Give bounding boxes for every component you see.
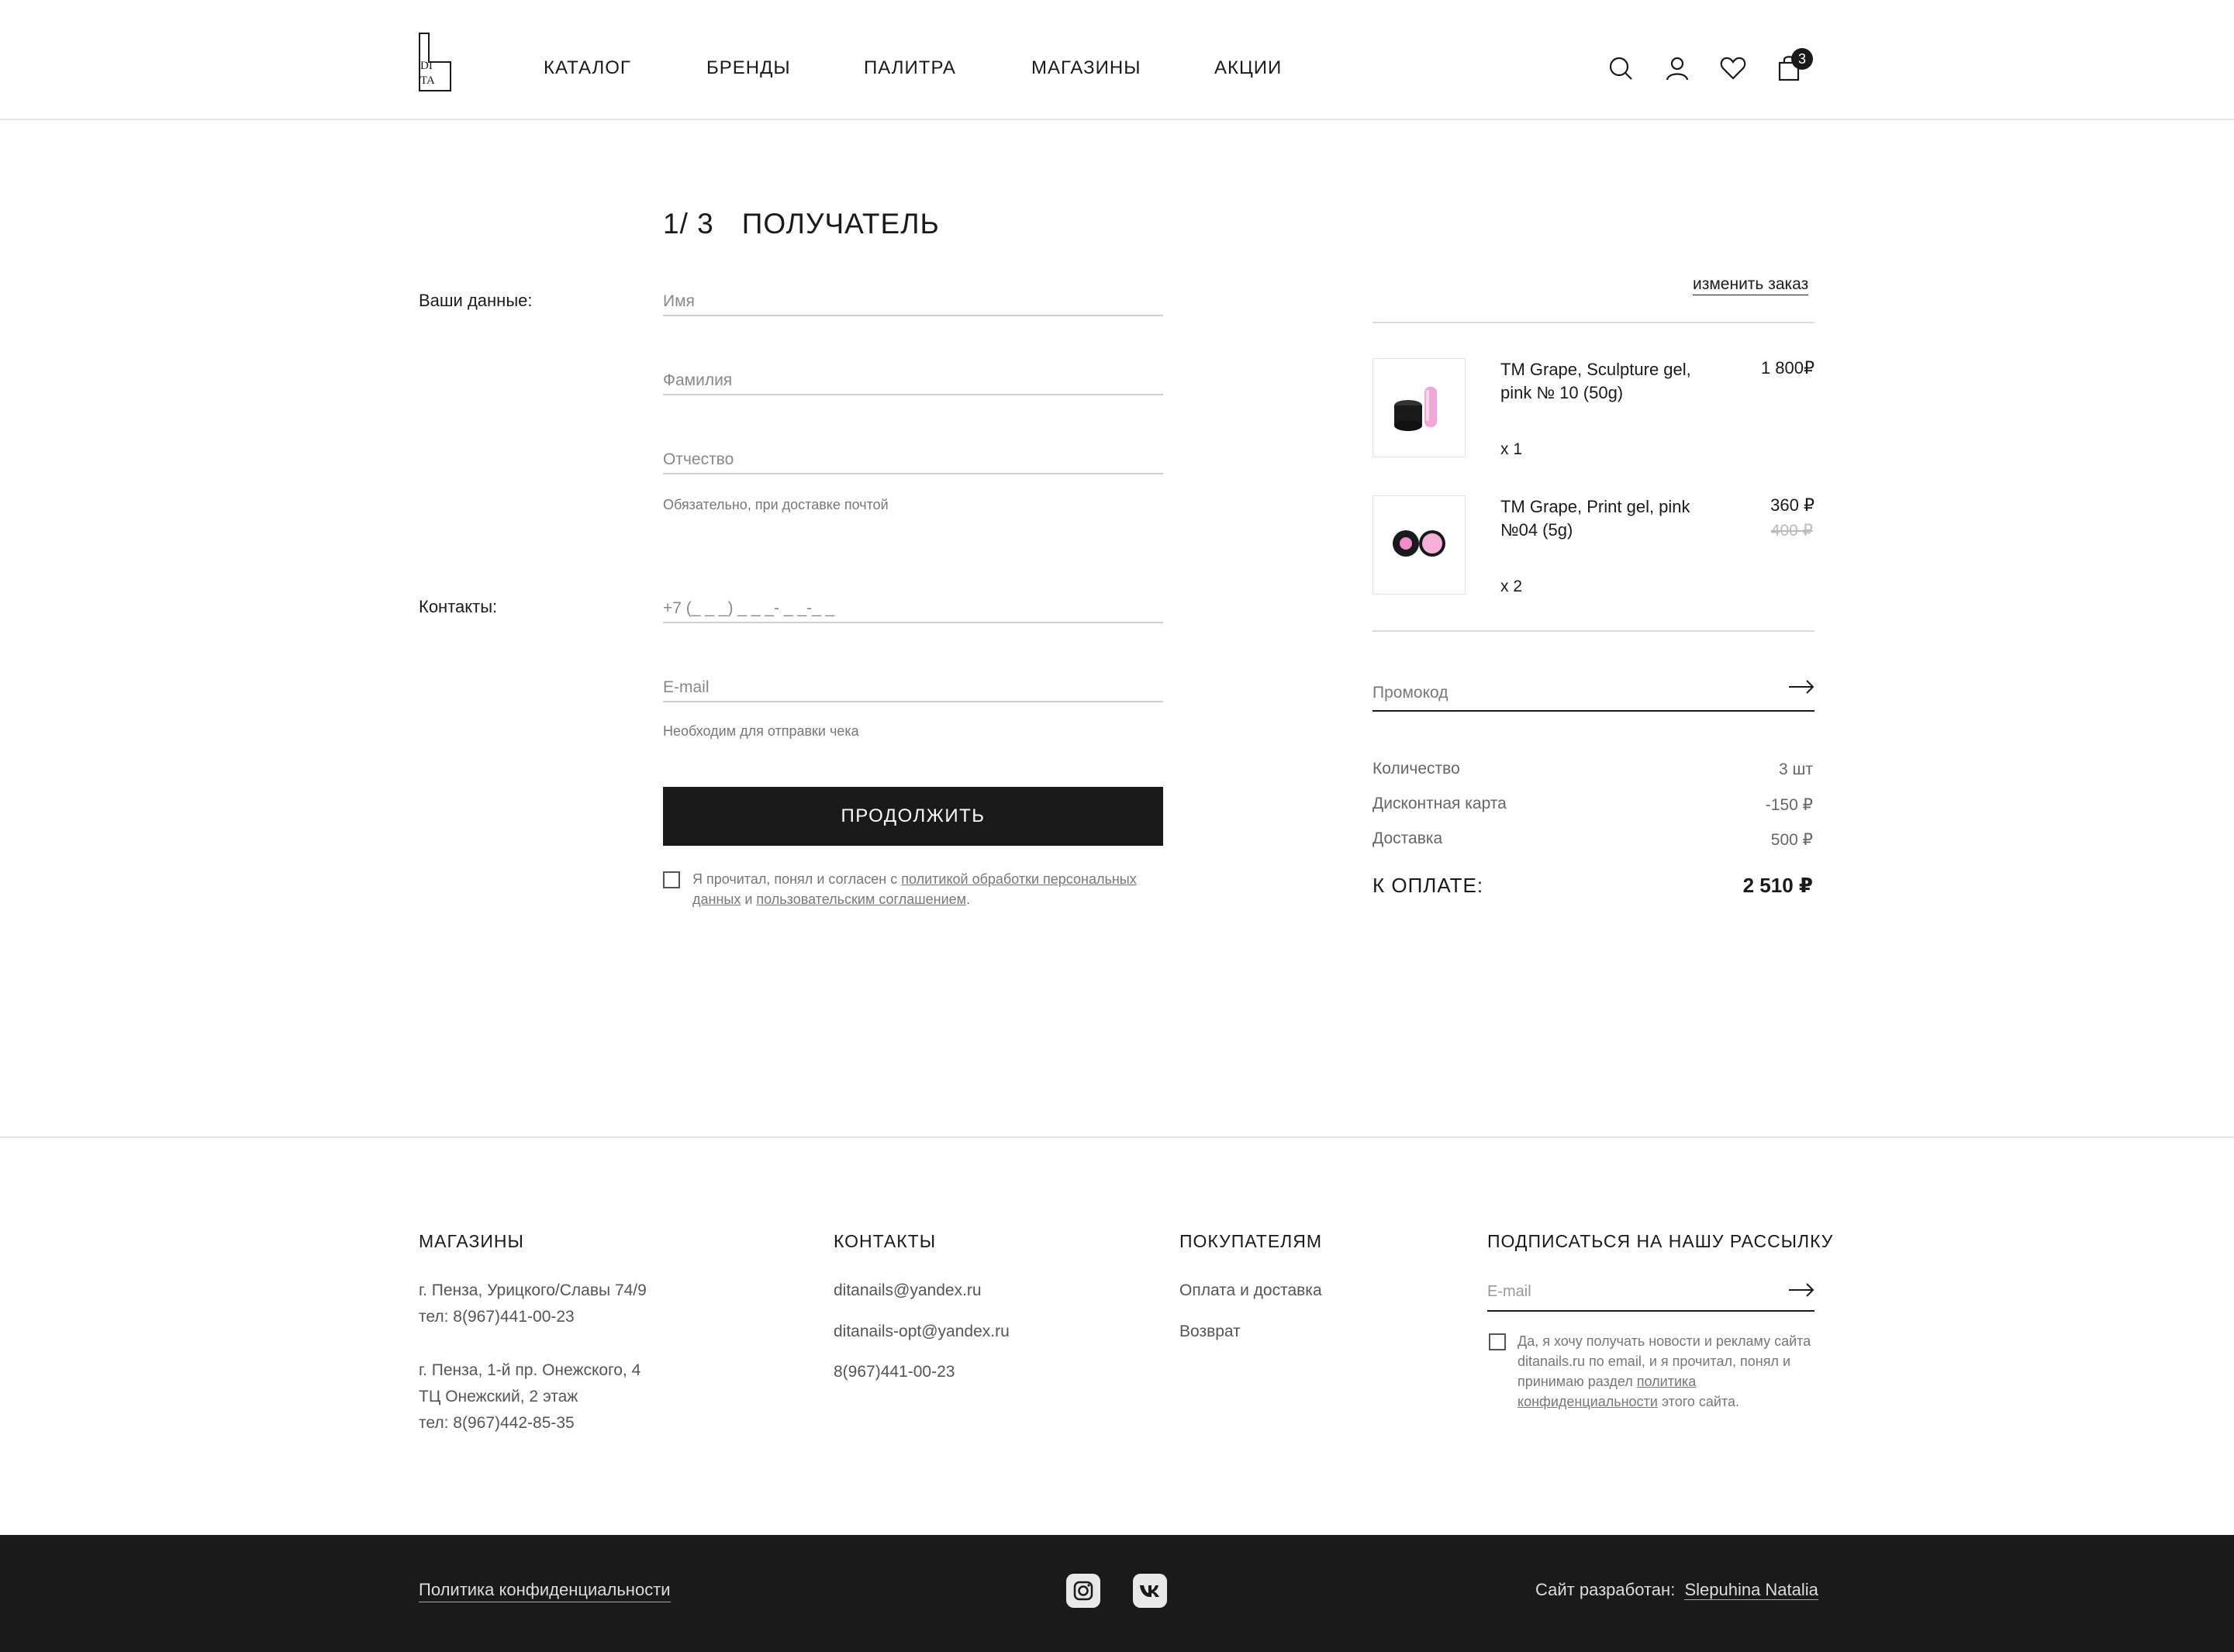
nav-catalog[interactable]: КАТАЛОГ [544, 57, 631, 79]
privacy-policy-link[interactable]: Политика конфиденциальности [419, 1578, 671, 1602]
vk-icon[interactable] [1133, 1574, 1167, 1608]
instagram-icon[interactable] [1066, 1574, 1100, 1608]
footer-divider [0, 1136, 2234, 1138]
continue-button[interactable]: ПРОДОЛЖИТЬ [663, 787, 1163, 846]
developer-credit: Сайт разработан: Slepuhina Natalia [1535, 1578, 1818, 1602]
patronymic-hint: Обязательно, при доставке почтой [663, 497, 889, 512]
nav-brands[interactable]: БРЕНДЫ [706, 57, 791, 79]
summary-delivery-value: 500 ₽ [1770, 831, 1813, 849]
consent-mid: и [741, 892, 757, 907]
product-thumbnail-sculpture-gel[interactable] [1373, 358, 1466, 457]
first-name-field[interactable] [663, 288, 1163, 316]
order-divider-top [1373, 322, 1814, 323]
contacts-label: Контакты: [419, 597, 498, 616]
consent-text: Я прочитал, понял и согласен с политикой… [692, 869, 1165, 909]
order-divider-bottom [1373, 630, 1814, 632]
footer-subscribe-title: ПОДПИСАТЬСЯ НА НАШУ РАССЫЛКУ [1487, 1231, 1834, 1251]
subscribe-email-input[interactable] [1487, 1278, 1766, 1305]
contact-email-link[interactable]: ditanails@yandex.ru [834, 1278, 982, 1304]
cart-count-badge: 3 [1791, 48, 1813, 70]
promo-code-field[interactable] [1373, 674, 1814, 712]
store-2-phone[interactable]: тел: 8(967)442-85-35 [419, 1410, 641, 1436]
subscribe-consent-checkbox[interactable] [1489, 1333, 1506, 1350]
product-name[interactable]: TM Grape, Sculpture gel, pink № 10 (50g) [1500, 358, 1706, 405]
checkout-step-heading: 1/ 3 ПОЛУЧАТЕЛЬ [663, 208, 940, 240]
product-quantity: x 2 [1500, 578, 1523, 595]
brand-logo[interactable]: DI TA [419, 33, 451, 91]
sculpture-gel-image [1394, 387, 1437, 431]
summary-quantity-label: Количество [1373, 760, 1460, 778]
print-gel-image [1393, 530, 1445, 557]
svg-text:DI: DI [420, 60, 433, 72]
subscribe-submit-arrow-icon[interactable] [1788, 1282, 1814, 1298]
promo-submit-arrow-icon[interactable] [1788, 679, 1814, 695]
email-field[interactable] [663, 674, 1163, 702]
step-number: 1/ 3 [663, 208, 714, 240]
step-title: ПОЛУЧАТЕЛЬ [741, 208, 940, 240]
account-icon[interactable] [1663, 54, 1691, 82]
total-label: К ОПЛАТЕ: [1373, 874, 1484, 897]
returns-link[interactable]: Возврат [1179, 1319, 1241, 1345]
patronymic-input[interactable] [663, 447, 1163, 473]
product-price: 360 ₽ [1770, 495, 1814, 515]
nav-stores[interactable]: МАГАЗИНЫ [1031, 57, 1141, 79]
promo-code-input[interactable] [1373, 678, 1760, 709]
phone-field[interactable] [663, 595, 1163, 623]
summary-quantity-value: 3 шт [1779, 760, 1813, 778]
change-order-link[interactable]: изменить заказ [1693, 274, 1809, 295]
footer-stores-title: МАГАЗИНЫ [419, 1231, 524, 1251]
store-address: г. Пенза, Урицкого/Славы 74/9 тел: 8(967… [419, 1278, 647, 1330]
product-thumbnail-print-gel[interactable] [1373, 495, 1466, 595]
last-name-field[interactable] [663, 367, 1163, 395]
footer-contacts-title: КОНТАКТЫ [834, 1231, 937, 1251]
nav-palette[interactable]: ПАЛИТРА [864, 57, 956, 79]
nav-promotions[interactable]: АКЦИИ [1214, 57, 1282, 79]
product-old-price: 400 ₽ [1770, 522, 1813, 540]
wishlist-heart-icon[interactable] [1719, 54, 1747, 82]
email-hint: Необходим для отправки чека [663, 723, 859, 739]
total-value: 2 510 ₽ [1742, 874, 1813, 897]
footer-bottom-bar [0, 1535, 2234, 1652]
consent-prefix: Я прочитал, понял и согласен с [692, 871, 902, 887]
developer-label: Сайт разработан: [1535, 1580, 1676, 1599]
product-quantity: x 1 [1500, 440, 1523, 458]
consent-suffix: . [966, 892, 971, 907]
footer-buyers-title: ПОКУПАТЕЛЯМ [1179, 1231, 1323, 1251]
subscribe-consent-text: Да, я хочу получать новости и рекламу са… [1518, 1331, 1816, 1412]
subscribe-consent-suffix: этого сайта. [1657, 1394, 1740, 1409]
contact-opt-email-link[interactable]: ditanails-opt@yandex.ru [834, 1319, 1010, 1345]
consent-checkbox[interactable] [663, 871, 680, 888]
summary-delivery-label: Доставка [1373, 829, 1443, 847]
payment-delivery-link[interactable]: Оплата и доставка [1179, 1278, 1322, 1304]
subscribe-email-field[interactable] [1487, 1278, 1814, 1312]
product-name[interactable]: TM Grape, Print gel, pink №04 (5g) [1500, 495, 1706, 542]
store-2-address: г. Пенза, 1-й пр. Онежского, 4 [419, 1361, 641, 1379]
svg-text:TA: TA [420, 74, 435, 87]
summary-discount-value: -150 ₽ [1765, 796, 1813, 814]
search-icon[interactable] [1607, 54, 1635, 82]
email-input[interactable] [663, 674, 1163, 701]
product-price: 1 800₽ [1760, 358, 1814, 378]
store-1-phone[interactable]: тел: 8(967)441-00-23 [419, 1304, 647, 1330]
summary-discount-label: Дисконтная карта [1373, 795, 1507, 812]
user-agreement-link[interactable]: пользовательским соглашением [756, 892, 966, 907]
store-address: г. Пенза, 1-й пр. Онежского, 4 ТЦ Онежск… [419, 1357, 641, 1436]
patronymic-field[interactable] [663, 447, 1163, 474]
store-1-address: г. Пенза, Урицкого/Славы 74/9 [419, 1281, 647, 1299]
last-name-input[interactable] [663, 367, 1163, 394]
phone-input[interactable] [663, 595, 1163, 622]
first-name-input[interactable] [663, 288, 1163, 315]
developer-link[interactable]: Slepuhina Natalia [1684, 1580, 1818, 1600]
store-2-mall: ТЦ Онежский, 2 этаж [419, 1388, 578, 1405]
contact-phone-link[interactable]: 8(967)441-00-23 [834, 1359, 955, 1385]
your-data-label: Ваши данные: [419, 291, 533, 310]
